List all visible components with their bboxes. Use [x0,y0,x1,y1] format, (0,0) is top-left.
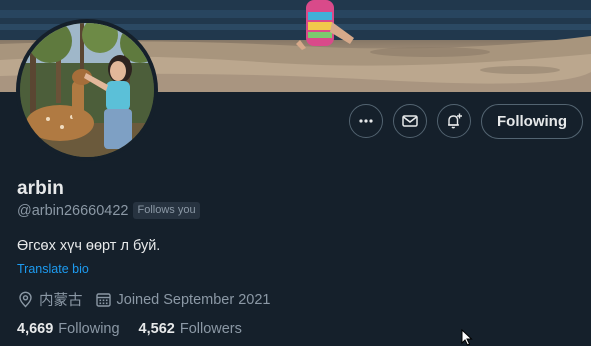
envelope-icon [402,115,418,127]
followers-count: 4,562 [138,321,175,337]
location-text: 内蒙古 [39,293,83,309]
display-name: arbin [17,178,64,199]
more-dots-icon [359,119,373,123]
following-stat-link[interactable]: 4,669 Following [17,321,120,337]
follow-stats: 4,669 Following 4,562 Followers [17,321,242,337]
following-label: Following [58,321,120,337]
bell-plus-icon [448,113,462,129]
translate-bio-link[interactable]: Translate bio [17,262,89,276]
following-count: 4,669 [17,321,54,337]
location-pin-icon [19,291,32,308]
joined-text: Joined September 2021 [116,291,271,308]
profile-page: Following arbin @arbin26660422 Follows y… [0,0,591,346]
location-item: 内蒙古 [17,289,83,310]
profile-bio: Өгсөх хүч өөрт л буй. [17,238,161,254]
handle-row: @arbin26660422 Follows you [17,202,200,219]
profile-meta: 内蒙古 Joined September 2021 [17,289,270,310]
message-button[interactable] [393,104,427,138]
user-handle: @arbin26660422 [17,202,129,219]
follows-you-badge: Follows you [133,202,200,219]
mouse-cursor-icon [461,329,473,346]
followers-label: Followers [179,321,242,337]
following-button[interactable]: Following [481,104,583,139]
notifications-button[interactable] [437,104,471,138]
more-options-button[interactable] [349,104,383,138]
calendar-icon [95,293,111,307]
followers-stat-link[interactable]: 4,562 Followers [139,321,242,337]
profile-avatar[interactable] [16,19,158,161]
joined-item: Joined September 2021 [95,291,271,308]
